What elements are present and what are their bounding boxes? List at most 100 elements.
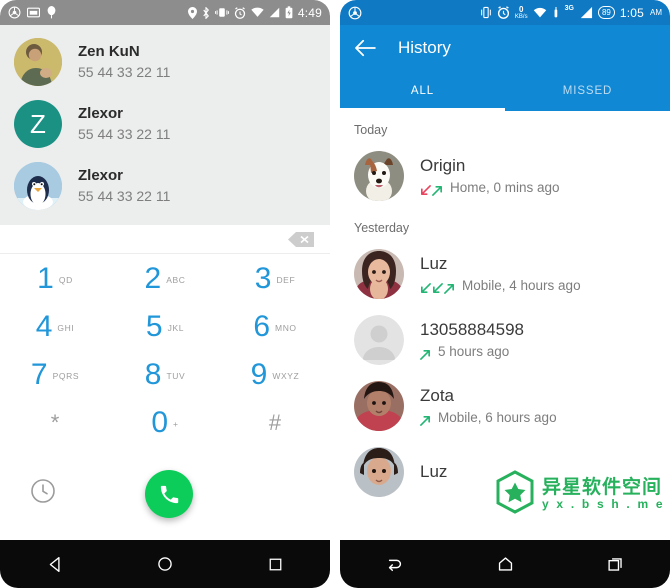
steering-wheel-icon: [348, 6, 362, 20]
right-phone-screen: 0 KB/s 3G 89 1:05 AM History ALL MISSED …: [340, 0, 670, 540]
left-status-bar: 4:49: [0, 0, 330, 25]
history-row[interactable]: Zota Mobile, 6 hours ago: [340, 373, 670, 439]
left-status-left-icons: [8, 6, 57, 19]
key-digit: 6: [253, 310, 271, 343]
contact-name: Zlexor: [78, 167, 124, 184]
key-letters: QD: [58, 275, 73, 285]
dialpad-key-1[interactable]: 1 QD: [0, 264, 110, 312]
history-detail-line: Mobile, 6 hours ago: [420, 408, 557, 427]
avatar: [354, 249, 404, 299]
app-bar-top: History: [340, 25, 670, 71]
backspace-icon[interactable]: [288, 231, 314, 247]
dialpad-key-3[interactable]: 3 DEF: [220, 264, 330, 312]
left-phone: 4:49 Zen KuN 55 44 33 22 11 Z Zlexor 55 …: [0, 0, 330, 588]
history-section-header: Today: [354, 123, 388, 137]
key-letters: PQRS: [52, 371, 80, 381]
history-row[interactable]: 13058884598 5 hours ago: [340, 307, 670, 373]
contact-row[interactable]: Zen KuN 55 44 33 22 11: [0, 31, 330, 93]
dialpad-key-8[interactable]: 8 TUV: [110, 360, 220, 408]
dialpad-key-9[interactable]: 9 WXYZ: [220, 360, 330, 408]
location-icon: [187, 6, 197, 19]
history-detail-text: Mobile, 6 hours ago: [438, 410, 557, 425]
tab-missed[interactable]: MISSED: [505, 71, 670, 111]
recents-square-icon[interactable]: [258, 547, 292, 581]
battery-icon: [285, 6, 293, 19]
right-phone: 0 KB/s 3G 89 1:05 AM History ALL MISSED …: [340, 0, 670, 588]
sd-card-icon: [27, 7, 40, 18]
history-name: Luz: [420, 462, 448, 481]
key-digit: #: [268, 410, 282, 435]
history-row[interactable]: Luz: [340, 439, 670, 505]
contact-texts: Zlexor 55 44 33 22 11: [78, 104, 170, 144]
history-name: Origin: [420, 156, 466, 175]
left-phone-screen: 4:49 Zen KuN 55 44 33 22 11 Z Zlexor 55 …: [0, 0, 330, 540]
contact-row[interactable]: Zlexor 55 44 33 22 11: [0, 155, 330, 217]
dialpad-key-0[interactable]: 0 +: [110, 408, 220, 456]
key-letters: TUV: [166, 371, 186, 381]
screenshot-stage: 4:49 Zen KuN 55 44 33 22 11 Z Zlexor 55 …: [0, 0, 670, 588]
missed-incoming-arrow-icon: [420, 182, 431, 195]
back-triangle-icon[interactable]: [38, 547, 72, 581]
dialpad-key-7[interactable]: 7 PQRS: [0, 360, 110, 408]
dial-input-row[interactable]: [0, 225, 330, 254]
history-detail-line: Home, 0 mins ago: [420, 178, 560, 197]
history-row[interactable]: Luz: [340, 241, 670, 307]
dialpad-key-hash[interactable]: #: [220, 408, 330, 456]
outgoing-arrow-icon: [420, 346, 431, 360]
signal-icon: [579, 6, 593, 19]
network-rate-unit: KB/s: [514, 13, 528, 20]
dialpad-row: 1 QD 2 ABC 3 DEF: [0, 264, 330, 312]
key-digit: 2: [144, 262, 162, 295]
clock-icon[interactable]: [30, 478, 56, 504]
key-letters: WXYZ: [272, 371, 300, 381]
right-status-left-icons: [348, 6, 362, 20]
home-pentagon-icon[interactable]: [488, 547, 522, 581]
history-name: Zota: [420, 386, 455, 405]
history-texts: Zota Mobile, 6 hours ago: [420, 385, 557, 427]
history-texts: Origin Home, 0 mins ago: [420, 155, 560, 197]
avatar: [354, 381, 404, 431]
history-list: Today Origin Home, 0 mins ago Yesterday …: [340, 111, 670, 505]
tab-all[interactable]: ALL: [340, 71, 505, 111]
dialpad-key-star[interactable]: *: [0, 408, 110, 456]
avatar-letter: Z: [30, 108, 46, 139]
call-direction-icons: [420, 182, 443, 196]
contact-texts: Zen KuN 55 44 33 22 11: [78, 42, 170, 82]
history-row[interactable]: Origin Home, 0 mins ago: [340, 143, 670, 209]
alarm-icon: [497, 6, 510, 19]
right-status-ampm: AM: [650, 8, 662, 17]
contact-number: 55 44 33 22 11: [78, 64, 171, 80]
avatar: [354, 447, 404, 497]
key-digit: 1: [37, 262, 54, 295]
back-arrow-icon[interactable]: [378, 547, 412, 581]
call-button[interactable]: [145, 470, 193, 518]
bluetooth-icon: [202, 6, 210, 19]
right-status-time: 1:05: [619, 5, 644, 20]
key-digit: 3: [254, 262, 272, 295]
dialpad-key-5[interactable]: 5 JKL: [110, 312, 220, 360]
home-circle-icon[interactable]: [148, 547, 182, 581]
arrow-left-icon[interactable]: [354, 39, 376, 57]
history-name: Luz: [420, 254, 448, 273]
left-status-time: 4:49: [297, 5, 322, 20]
recents-stack-icon[interactable]: [598, 547, 632, 581]
contact-number: 55 44 33 22 11: [78, 126, 171, 142]
avatar: [14, 38, 62, 86]
dialpad-row: 4 GHI 5 JKL 6 MNO: [0, 312, 330, 360]
vibrate-icon: [480, 6, 492, 19]
outgoing-arrow-icon: [444, 280, 455, 294]
dialpad-row: * 0 + #: [0, 408, 330, 456]
dialpad-key-2[interactable]: 2 ABC: [110, 264, 220, 312]
key-digit: 9: [250, 358, 268, 391]
contact-row[interactable]: Z Zlexor 55 44 33 22 11: [0, 93, 330, 155]
history-detail-line: Mobile, 4 hours ago: [420, 276, 581, 295]
dialpad-key-4[interactable]: 4 GHI: [0, 312, 110, 360]
dialpad-key-6[interactable]: 6 MNO: [220, 312, 330, 360]
steering-wheel-icon: [8, 6, 21, 19]
avatar: Z: [14, 100, 62, 148]
left-status-right-icons: 4:49: [187, 5, 322, 20]
network-type-label: 3G: [564, 5, 574, 12]
history-texts: 13058884598 5 hours ago: [420, 319, 524, 361]
balloon-icon: [46, 6, 57, 19]
avatar: [354, 151, 404, 201]
